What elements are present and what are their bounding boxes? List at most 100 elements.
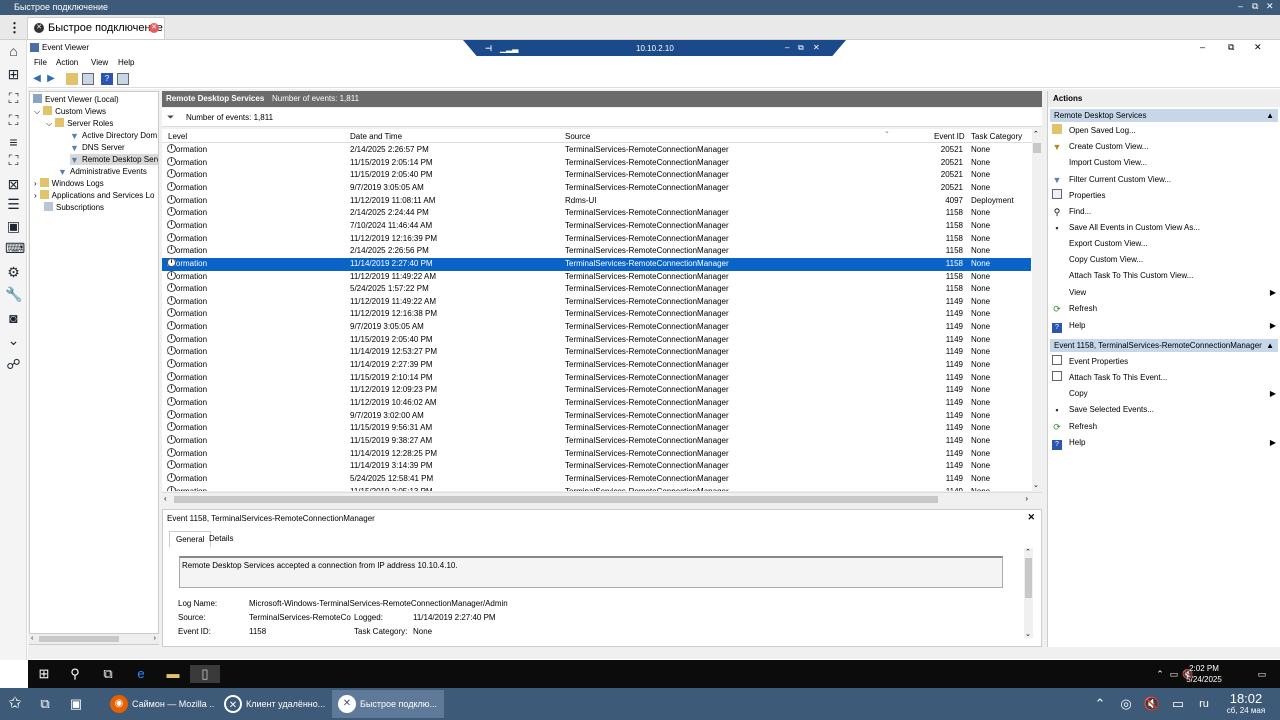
screenshot-icon[interactable]: ◙ [5,310,22,327]
search-icon[interactable]: ⚲ [66,665,84,683]
kebab-menu-icon[interactable]: ⋮ [8,20,21,36]
scroll-thumb[interactable] [1025,558,1032,598]
minimize-button[interactable]: – [1238,1,1243,11]
scroll-right-icon[interactable]: › [1025,494,1028,503]
ev-close-button[interactable]: ✕ [1254,42,1262,53]
list-icon[interactable]: ☰ [5,196,22,213]
table-row[interactable]: iInformation 11/15/2019 2:05:13 PM Termina… [162,485,1031,491]
remote-clock[interactable]: 2:02 PM 5/24/2025 [1174,663,1234,685]
menu-file[interactable]: File [34,58,47,67]
tree-item-active-directory[interactable]: ▼ Active Directory Dom [70,130,157,141]
action-filter-current-view[interactable]: ▼ Filter Current Custom View... [1052,173,1276,187]
tree-item-custom-views[interactable]: ⌵ Custom Views [34,106,106,117]
action-export-custom-view[interactable]: Export Custom View... [1052,237,1276,251]
table-row[interactable]: i Information 11/15/2019 2:10:14 PM Termina… [162,371,1031,385]
volume-muted-tray-icon[interactable]: 🔇 [1142,694,1162,714]
chevron-down-icon[interactable]: ⌄ [5,332,22,349]
chevron-down-icon[interactable]: ⌵ [34,107,40,116]
table-row[interactable]: i Information 11/12/2019 12:16:38 PM Termin… [162,308,1031,321]
action-save-all-events[interactable]: ▪ Save All Events in Custom View As... [1052,221,1276,235]
menu-icon[interactable]: ≡ [5,134,22,151]
start-menu-icon[interactable]: ✩ [5,694,25,714]
action-properties[interactable]: Properties [1052,189,1276,203]
table-row[interactable]: i Information 11/15/2019 9:38:27 AM Termina… [162,434,1031,448]
action-attach-task-event[interactable]: Attach Task To This Event... [1052,371,1276,385]
file-explorer-icon[interactable]: ▬ [164,665,182,683]
table-row[interactable]: i Information 11/15/2019 2:05:40 PM Termina… [162,333,1031,347]
table-row[interactable]: i Information 11/12/2019 11:49:22 AM Termin… [162,270,1031,284]
action-event-properties[interactable]: Event Properties [1052,355,1276,369]
tray-arrow-icon[interactable]: ⌃ [1154,665,1166,683]
ev-minimize-button[interactable]: – [1200,42,1205,52]
pin-icon[interactable]: ⊣ [485,44,492,53]
table-vertical-scrollbar[interactable]: ⌃ ⌄ [1032,129,1042,491]
action-help-event[interactable]: ? Help ▶ [1052,436,1276,450]
menu-action[interactable]: Action [56,58,78,67]
table-row[interactable]: i Information 11/15/2019 2:05:14 PM Termina… [162,156,1031,170]
menu-help[interactable]: Help [118,58,134,67]
close-button[interactable]: ✕ [1266,1,1274,12]
table-row[interactable]: i Information 5/24/2025 1:57:22 PM Terminal… [162,283,1031,296]
table-row[interactable]: i Information 11/15/2019 9:56:31 AM Termina… [162,422,1031,435]
tab-quick-connect[interactable]: ✕ Быстрое подключение ✕ [27,17,165,39]
scroll-right-icon[interactable]: › [154,635,156,642]
host-clock[interactable]: 18:02 сб, 24 мая [1218,691,1274,716]
windows-start-icon[interactable]: ⊞ [35,665,53,683]
home-icon[interactable]: ⌂ [5,43,22,60]
wrench-icon[interactable]: 🔧 [5,286,22,303]
folder-up-icon[interactable] [66,73,78,85]
display-tray-icon[interactable]: ▭ [1168,694,1188,714]
menu-view[interactable]: View [91,58,108,67]
detail-scrollbar[interactable]: ⌃ ⌄ [1024,548,1033,638]
tree-item-dns-server[interactable]: ▼ DNS Server [70,142,125,153]
rdp-close-button[interactable]: ✕ [813,43,820,52]
rdp-restore-button[interactable]: ⧉ [798,43,804,53]
fit-screen-icon[interactable]: ⛶ [5,90,22,107]
table-row[interactable]: i Information 11/15/2019 2:05:40 PM Termina… [162,169,1031,182]
table-horizontal-scrollbar[interactable]: ‹ › [162,492,1042,505]
tree-item-event-viewer-local[interactable]: Event Viewer (Local) [33,94,119,105]
table-row[interactable]: i Information 11/12/2019 12:16:39 PM Termin… [162,232,1031,246]
tree-item-applications-services[interactable]: › Applications and Services Lo [34,190,154,201]
chevron-right-icon[interactable]: › [34,191,37,200]
action-help[interactable]: ? Help ▶ [1052,319,1276,333]
table-row[interactable]: i Information 11/14/2019 3:14:39 PM Termina… [162,460,1031,473]
table-row[interactable]: i Information 2/14/2025 2:26:56 PM Terminal… [162,245,1031,258]
settings-icon[interactable]: ⚙ [5,264,22,281]
action-refresh[interactable]: ⟳ Refresh [1052,302,1276,316]
taskbar-firefox[interactable]: ◉ Саймон — Mozilla ... [104,690,214,718]
action-open-saved-log[interactable]: Open Saved Log... [1052,124,1276,138]
resize-icon[interactable]: ⊠ [5,176,22,193]
rdp-minimize-button[interactable]: – [785,43,789,52]
scroll-left-icon[interactable]: ‹ [31,635,33,642]
collapse-icon[interactable]: ▲ [1266,341,1274,350]
scroll-up-icon[interactable]: ⌃ [1033,130,1039,138]
table-row[interactable]: i Information 11/12/2019 11:49:22 AM Termin… [162,295,1031,309]
fullscreen-icon[interactable]: ⛶ [5,112,22,129]
action-attach-task-view[interactable]: Attach Task To This Custom View... [1052,269,1276,283]
ev-restore-button[interactable]: ⧉ [1228,42,1234,53]
table-row[interactable]: i Information 9/7/2019 3:05:05 AM TerminalS… [162,181,1031,195]
language-indicator[interactable]: ru [1194,694,1214,714]
keyboard-icon[interactable]: ⌨ [5,240,25,257]
table-row[interactable]: i Information 9/7/2019 3:02:00 AM TerminalS… [162,409,1031,423]
show-hide-tree-icon[interactable] [82,73,94,85]
table-row[interactable]: i Information 11/14/2019 12:53:27 PM Termin… [162,346,1031,359]
table-row[interactable]: i Information 7/10/2024 11:46:44 AM Termina… [162,219,1031,233]
chevron-down-icon[interactable]: ⌵ [46,119,52,128]
actions-section-log[interactable]: Remote Desktop Services ▲ [1050,109,1278,122]
tree-item-server-roles[interactable]: ⌵ Server Roles [46,118,113,129]
action-import-custom-view[interactable]: Import Custom View... [1052,156,1276,170]
tab-details[interactable]: Details [203,531,239,547]
table-row[interactable]: i Information 9/7/2019 3:05:05 AM TerminalS… [162,321,1031,334]
taskbar-remote-client[interactable]: ✕ Клиент удалённо... [218,690,328,718]
add-connection-icon[interactable]: ⊞ [5,66,22,83]
notification-icon[interactable]: ▭ [1256,665,1268,683]
scroll-up-icon[interactable]: ⌃ [1025,548,1031,556]
collapse-icon[interactable]: ▲ [1266,111,1274,120]
disconnect-icon[interactable]: ☍ [5,356,22,373]
action-save-selected-events[interactable]: ▪ Save Selected Events... [1052,403,1276,417]
scroll-down-icon[interactable]: ⌄ [1025,630,1031,638]
action-find[interactable]: ⚲ Find... [1052,205,1276,219]
table-row[interactable]: i Information 5/24/2025 12:58:41 PM Termina… [162,472,1031,486]
